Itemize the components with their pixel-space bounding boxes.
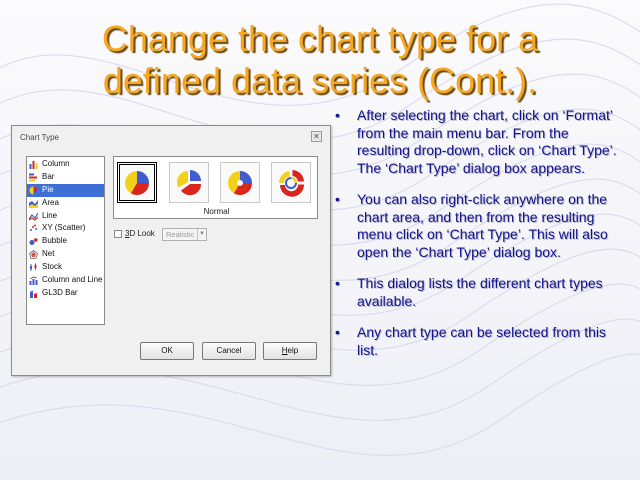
bubble-chart-icon [29,238,38,246]
pie-chart-icon [29,186,38,195]
line-chart-icon [29,212,38,221]
slide-title-line-1: Change the chart type for a [101,18,539,59]
bullet-item: • This dialog lists the different chart t… [335,275,603,309]
3d-look-checkbox[interactable] [114,230,122,238]
bullet-item: • You can also right-click anywhere on th… [335,191,608,260]
bar-chart-icon [29,173,37,182]
chart-type-dialog: Chart Type ✕ Column Bar Pie Area Line XY… [11,125,331,376]
chart-type-item-bar[interactable]: Bar [27,171,104,184]
dialog-title: Chart Type [20,133,59,142]
chart-type-item-stock[interactable]: Stock [27,261,104,274]
chart-type-item-net[interactable]: Net [27,248,104,261]
chart-type-label: XY (Scatter) [42,223,86,233]
chart-type-label: Column [42,159,70,168]
ok-button[interactable]: OK [140,342,194,360]
donut-icon [228,170,252,195]
chart-type-label: Area [42,197,59,207]
chart-type-label: Bar [42,171,55,181]
chart-type-label: GL3D Bar [42,287,78,297]
gl3d-bar-chart-icon [30,290,38,298]
bullet-item: • After selecting the chart, click on ‘Fo… [335,107,617,176]
bullet-glyph: • [335,275,340,291]
variant-label: Normal [203,207,230,216]
chart-type-label: Line [42,210,58,220]
slide-title-line-2: defined data series (Cont.). [102,60,538,101]
pie-normal-icon [125,170,149,195]
3d-look-select-value: Realistic [166,230,195,239]
column-line-chart-icon [29,276,38,286]
cancel-button[interactable]: Cancel [202,342,256,360]
net-chart-icon [29,250,38,260]
bullet-glyph: • [335,107,340,123]
chart-type-item-scatter[interactable]: XY (Scatter) [27,222,104,235]
help-button[interactable]: Help [263,342,317,360]
3d-look-label: 3D Look [125,229,155,238]
chart-type-label: Bubble [42,236,67,246]
chart-variant-panel: Normal [113,156,318,219]
variant-exploded-donut[interactable] [271,162,311,203]
bullet-list: • After selecting the chart, click on ‘Fo… [332,107,622,373]
chart-type-label: Pie [42,184,54,194]
bullet-item: • Any chart type can be selected from thi… [335,324,607,358]
chart-type-item-bubble[interactable]: Bubble [27,235,104,248]
chevron-down-icon: ▼ [197,229,206,240]
chart-type-item-gl3d-bar[interactable]: GL3D Bar [27,287,104,300]
column-chart-icon [29,161,38,169]
chart-type-item-line[interactable]: Line [27,210,104,223]
chart-type-item-column[interactable]: Column [27,158,104,171]
bullet-glyph: • [335,324,340,340]
chart-type-label: Stock [42,262,63,272]
chart-type-list[interactable]: Column Bar Pie Area Line XY (Scatter) Bu… [26,156,105,325]
exploded-donut-icon [278,169,305,197]
variant-donut[interactable] [220,162,260,203]
stock-chart-icon [30,263,37,272]
chart-type-label: Net [42,249,55,259]
bullet-glyph: • [335,191,340,207]
variant-exploded-pie[interactable] [169,162,209,203]
slide-title: Change the chart type for a defined data… [20,18,620,102]
chart-type-item-column-and-line[interactable]: Column and Line [27,274,104,287]
3d-look-select[interactable]: Realistic ▼ [162,228,207,241]
close-icon[interactable]: ✕ [311,131,322,142]
scatter-chart-icon [30,224,37,232]
chart-type-item-area[interactable]: Area [27,197,104,210]
chart-type-item-pie[interactable]: Pie [27,183,104,197]
chart-type-label: Column and Line [42,275,103,285]
pie-exploded-icon [177,169,202,195]
area-chart-icon [29,199,38,208]
variant-normal-pie[interactable] [117,162,157,203]
